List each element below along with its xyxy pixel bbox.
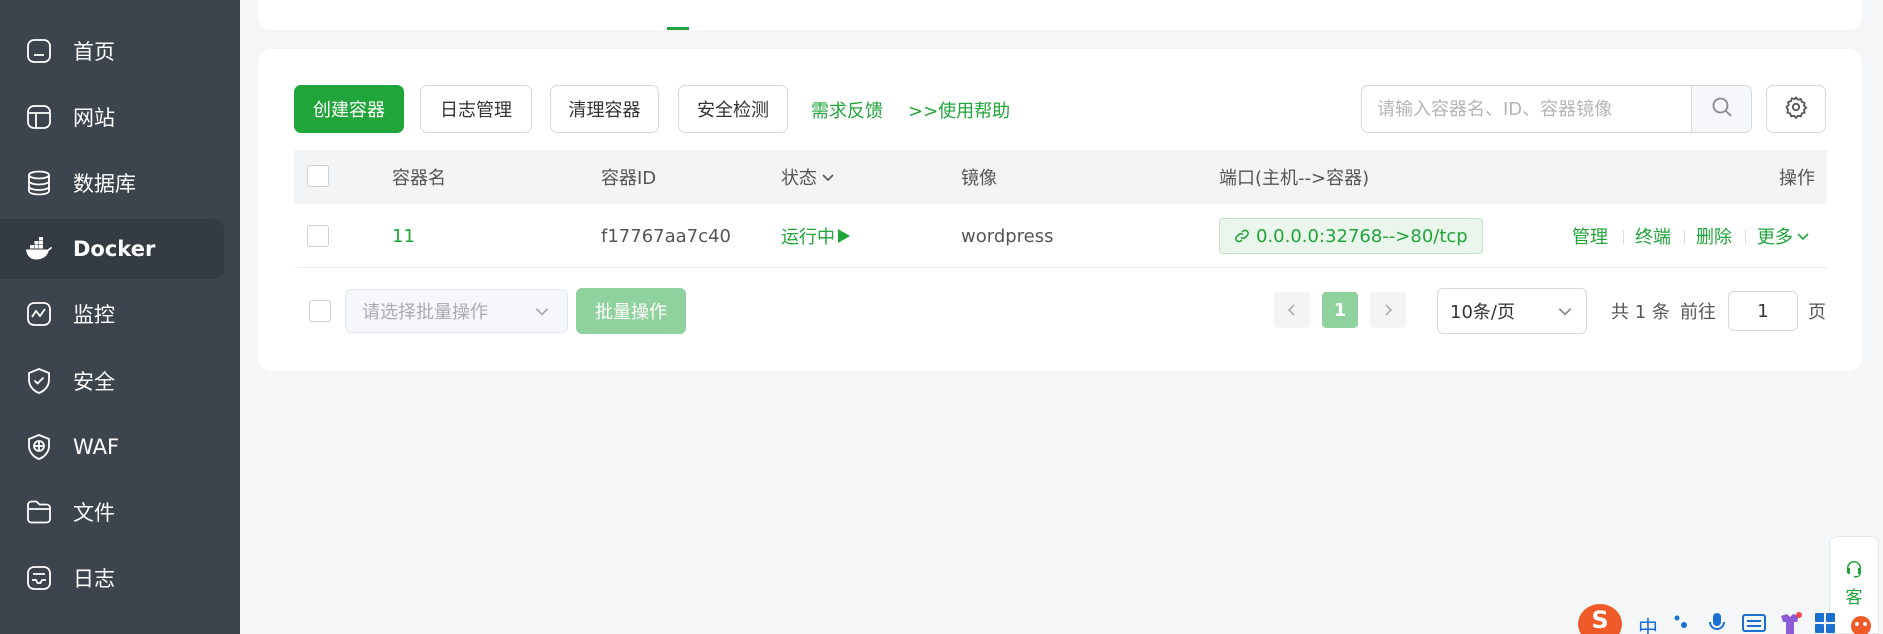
goto-page-input[interactable] [1728, 291, 1798, 331]
chevron-right-icon [1381, 303, 1395, 317]
sogou-logo-icon[interactable]: S [1578, 604, 1622, 634]
sidebar-item-monitor[interactable]: 监控 [0, 284, 224, 344]
microphone-icon[interactable] [1708, 612, 1726, 634]
sidebar-item-home[interactable]: 首页 [0, 21, 224, 81]
container-name-link[interactable]: 11 [392, 204, 415, 268]
search-input[interactable] [1362, 86, 1693, 132]
settings-button[interactable] [1766, 85, 1826, 133]
next-page-button[interactable] [1370, 292, 1406, 328]
more-label: 更多 [1757, 227, 1793, 248]
log-icon [24, 563, 54, 593]
docker-icon [24, 234, 54, 264]
play-icon [837, 228, 851, 244]
action-divider [1684, 230, 1685, 244]
port-mapping-text: 0.0.0.0:32768-->80/tcp [1256, 225, 1468, 247]
sidebar-item-logs[interactable]: 日志 [0, 548, 224, 608]
sidebar-item-label: Docker [73, 237, 156, 261]
batch-operation-placeholder: 请选择批量操作 [362, 302, 488, 323]
search-box [1361, 85, 1752, 133]
search-button[interactable] [1691, 86, 1751, 132]
keyboard-icon[interactable] [1742, 612, 1766, 634]
action-divider [1745, 230, 1746, 244]
chevron-down-icon [1556, 302, 1574, 325]
row-checkbox[interactable] [307, 225, 329, 247]
waf-icon [24, 432, 54, 462]
column-header-ports: 端口(主机-->容器) [1219, 168, 1370, 189]
sidebar-item-label: 安全 [73, 370, 115, 394]
database-icon [24, 168, 54, 198]
container-id: f17767aa7c40 [601, 225, 731, 247]
sidebar-item-waf[interactable]: WAF [0, 417, 224, 477]
sidebar-item-database[interactable]: 数据库 [0, 153, 224, 213]
link-icon [1234, 228, 1250, 244]
table-header: 容器名 容器ID 状态 镜像 端口(主机-->容器) 操作 [294, 150, 1827, 204]
clean-containers-button[interactable]: 清理容器 [550, 85, 659, 133]
column-header-image: 镜像 [961, 168, 997, 189]
batch-select-all-checkbox[interactable] [309, 300, 331, 322]
delete-link[interactable]: 删除 [1696, 204, 1732, 268]
active-tab-indicator [667, 27, 689, 30]
log-management-button[interactable]: 日志管理 [420, 85, 532, 133]
home-icon [24, 36, 54, 66]
folder-icon [24, 497, 54, 527]
prev-page-button[interactable] [1274, 292, 1310, 328]
container-status-label: 运行中 [781, 227, 835, 248]
feedback-link[interactable]: 需求反馈 [811, 97, 883, 123]
manage-link[interactable]: 管理 [1572, 204, 1608, 268]
table-row: 11 f17767aa7c40 运行中 wordpress 0.0.0.0:32… [294, 204, 1827, 268]
security-check-button[interactable]: 安全检测 [678, 85, 788, 133]
top-tabs-card [258, 0, 1862, 30]
sidebar-item-security[interactable]: 安全 [0, 351, 224, 411]
goto-suffix: 页 [1808, 302, 1826, 323]
monitor-icon [24, 299, 54, 329]
total-count: 共 1 条 [1611, 302, 1670, 323]
sidebar-item-files[interactable]: 文件 [0, 482, 224, 542]
terminal-link[interactable]: 终端 [1635, 204, 1671, 268]
sidebar-item-label: 网站 [73, 106, 115, 130]
sidebar-item-docker[interactable]: Docker [0, 219, 224, 279]
sidebar: 首页 网站 数据库 Docker 监控 安全 WAF 文件 日志 [0, 0, 240, 634]
sidebar-item-label: WAF [73, 435, 120, 459]
port-mapping-badge[interactable]: 0.0.0.0:32768-->80/tcp [1219, 218, 1483, 254]
skin-icon[interactable] [1778, 612, 1802, 634]
goto-prefix: 前往 [1680, 302, 1716, 323]
column-header-actions: 操作 [1779, 168, 1815, 189]
toolbox-icon[interactable] [1814, 612, 1836, 634]
ime-toolbar: S 中 [1578, 604, 1883, 634]
container-status[interactable]: 运行中 [781, 204, 851, 268]
page-size-select[interactable]: 10条/页 [1437, 288, 1587, 334]
chevron-down-icon [533, 302, 551, 325]
search-icon [1711, 96, 1733, 122]
batch-operation-button[interactable]: 批量操作 [576, 288, 686, 334]
column-header-name: 容器名 [392, 168, 446, 189]
punctuation-icon[interactable] [1672, 612, 1692, 634]
help-link[interactable]: >>使用帮助 [908, 97, 1010, 123]
select-all-checkbox[interactable] [307, 165, 329, 187]
chevron-left-icon [1285, 303, 1299, 317]
sidebar-item-label: 首页 [73, 40, 115, 64]
column-header-status-label: 状态 [781, 168, 817, 189]
headset-icon [1844, 559, 1864, 579]
mascot-icon[interactable] [1848, 612, 1874, 634]
sidebar-item-website[interactable]: 网站 [0, 87, 224, 147]
chevron-down-icon [1795, 228, 1811, 244]
sidebar-item-label: 数据库 [73, 172, 136, 196]
sidebar-item-label: 日志 [73, 567, 115, 591]
page-size-value: 10条/页 [1450, 302, 1515, 323]
column-header-id: 容器ID [601, 168, 657, 189]
create-container-button[interactable]: 创建容器 [294, 85, 404, 133]
action-divider [1623, 230, 1624, 244]
sidebar-item-label: 监控 [73, 303, 115, 327]
more-dropdown[interactable]: 更多 [1757, 204, 1811, 268]
chevron-down-icon [820, 169, 836, 185]
sidebar-item-label: 文件 [73, 501, 115, 525]
shield-icon [24, 366, 54, 396]
column-header-status[interactable]: 状态 [781, 150, 836, 204]
container-image: wordpress [961, 225, 1054, 247]
gear-icon [1784, 95, 1808, 123]
ime-mode-toggle[interactable]: 中 [1638, 612, 1658, 634]
batch-operation-select[interactable]: 请选择批量操作 [345, 289, 568, 333]
website-icon [24, 102, 54, 132]
page-number-button[interactable]: 1 [1322, 292, 1358, 328]
